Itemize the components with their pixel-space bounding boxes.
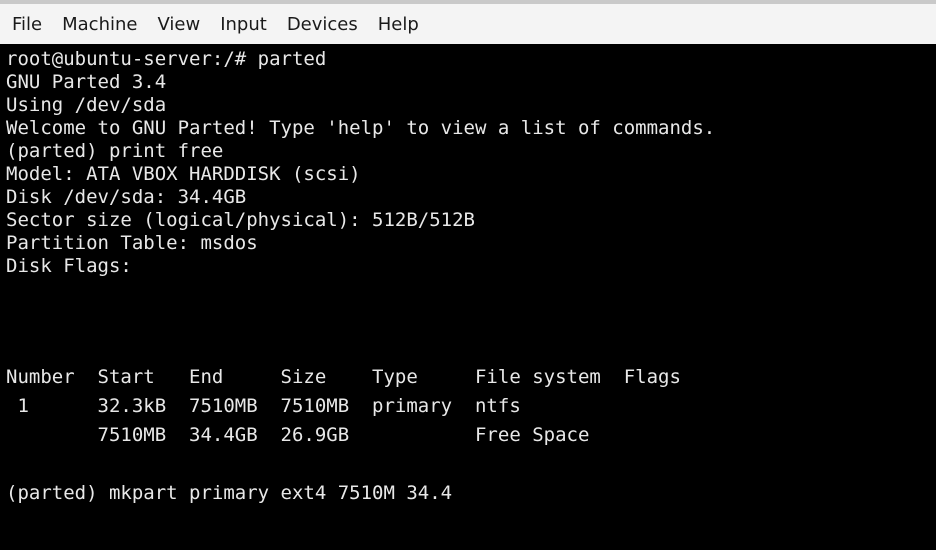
menu-file[interactable]: File: [0, 4, 50, 44]
menu-input[interactable]: Input: [208, 4, 275, 44]
terminal-screen[interactable]: root@ubuntu-server:/# parted GNU Parted …: [0, 44, 936, 550]
terminal-line: 7510MB 34.4GB 26.9GB Free Space: [6, 424, 590, 446]
terminal-line: Disk Flags:: [6, 255, 132, 277]
terminal-line: Using /dev/sda: [6, 94, 167, 116]
terminal-line: (parted) print free: [6, 140, 224, 162]
terminal-line: GNU Parted 3.4: [6, 71, 167, 93]
menu-view[interactable]: View: [145, 4, 208, 44]
terminal-line: root@ubuntu-server:/# parted: [6, 48, 327, 70]
terminal-line: 1 32.3kB 7510MB 7510MB primary ntfs: [6, 395, 521, 417]
menu-bar: File Machine View Input Devices Help: [0, 0, 936, 44]
terminal-line: Model: ATA VBOX HARDDISK (scsi): [6, 163, 361, 185]
terminal-line: Sector size (logical/physical): 512B/512…: [6, 209, 475, 231]
terminal-line: Partition Table: msdos: [6, 232, 258, 254]
menu-help[interactable]: Help: [366, 4, 427, 44]
menu-machine[interactable]: Machine: [50, 4, 145, 44]
terminal-line: Number Start End Size Type File system F…: [6, 366, 681, 388]
terminal-prompt-line: (parted) mkpart primary ext4 7510M 34.4: [6, 482, 453, 504]
menu-devices[interactable]: Devices: [275, 4, 366, 44]
terminal-line: Disk /dev/sda: 34.4GB: [6, 186, 247, 208]
terminal-line: Welcome to GNU Parted! Type 'help' to vi…: [6, 117, 716, 139]
